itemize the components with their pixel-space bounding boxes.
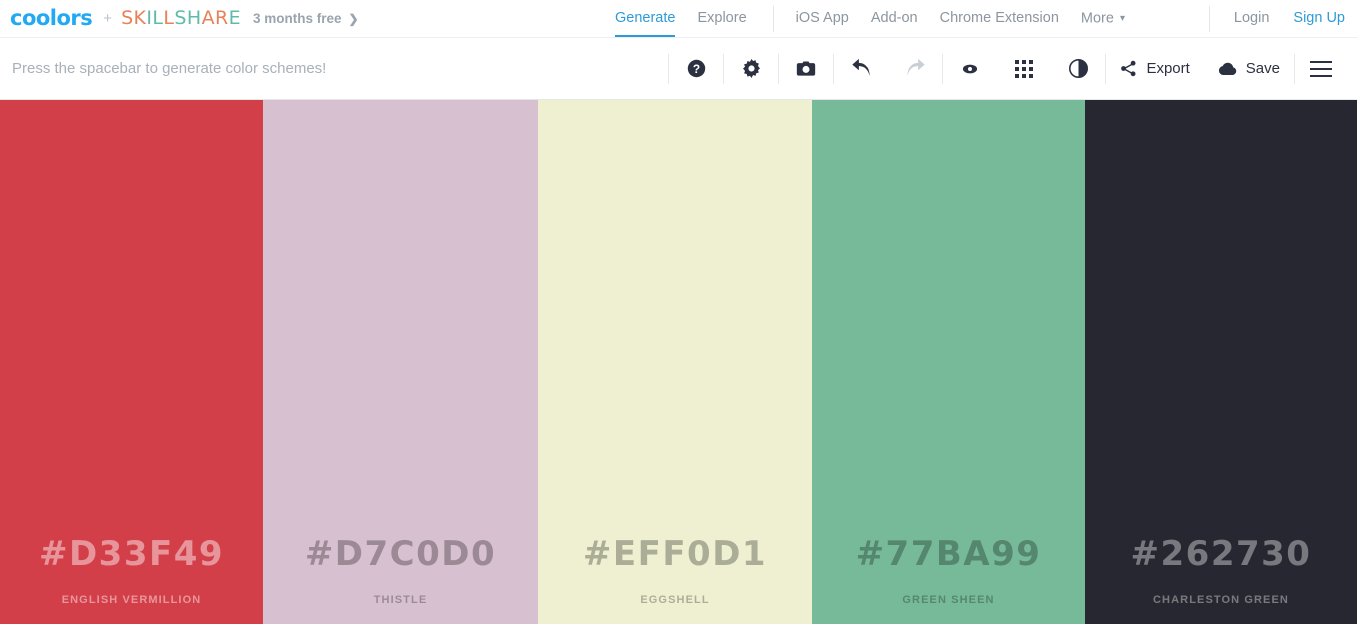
share-icon [1120,60,1137,77]
skillshare-letter: H [186,7,202,29]
skillshare-letter: L [152,7,164,29]
plus-separator: + [103,10,113,27]
color-swatch[interactable]: #D33F49 ENGLISH VERMILLION [0,100,263,624]
skillshare-letter: A [201,7,215,29]
swatch-color-name: THISTLE [373,594,428,606]
skillshare-letter: L [163,7,175,29]
nav-link-chrome-extension[interactable]: Chrome Extension [940,0,1059,37]
chevron-right-icon[interactable]: ❯ [349,12,359,26]
skillshare-logo[interactable]: SKILLSHARE [121,9,241,28]
color-swatch[interactable]: #77BA99 GREEN SHEEN [812,100,1085,624]
color-palette: #D33F49 ENGLISH VERMILLION #D7C0D0 THIST… [0,100,1357,624]
hamburger-menu-button[interactable] [1295,37,1347,100]
nav-link-add-on[interactable]: Add-on [871,0,918,37]
redo-icon[interactable] [888,37,942,100]
signup-button[interactable]: Sign Up [1293,0,1345,37]
swatch-hex-value[interactable]: #D33F49 [39,537,224,571]
coolors-logo[interactable]: coolors [10,8,93,29]
nav-tab-generate[interactable]: Generate [615,0,676,37]
swatch-hex-value[interactable]: #D7C0D0 [305,537,496,571]
nav-menu-more-label: More [1080,10,1114,27]
skillshare-letter: S [174,7,187,29]
account-divider [1208,5,1210,32]
export-button[interactable]: Export [1106,37,1203,100]
nav-link-ios-app[interactable]: iOS App [796,0,849,37]
toolbar-actions: ? Export Save [668,38,1347,99]
chevron-down-icon: ▾ [1119,13,1125,24]
swatch-hex-value[interactable]: #262730 [1131,537,1312,571]
nav-divider [772,5,774,32]
swatch-hex-value[interactable]: #EFF0D1 [583,537,767,571]
primary-nav: Generate Explore iOS App Add-on Chrome E… [615,0,1147,37]
camera-icon[interactable] [779,37,833,100]
skillshare-letter: R [214,7,229,29]
account-nav: Login Sign Up [1208,0,1345,37]
help-icon[interactable]: ? [669,37,723,100]
toolbar: Press the spacebar to generate color sch… [0,37,1357,100]
eye-icon[interactable] [943,37,997,100]
svg-text:?: ? [693,62,700,76]
top-navigation-bar: coolors + SKILLSHARE 3 months free ❯ Gen… [0,0,1357,37]
undo-icon[interactable] [834,37,888,100]
swatch-hex-value[interactable]: #77BA99 [856,537,1042,571]
promo-label[interactable]: 3 months free [253,11,342,26]
contrast-icon[interactable] [1051,37,1105,100]
color-swatch[interactable]: #262730 CHARLESTON GREEN [1085,100,1357,624]
save-label: Save [1245,60,1280,77]
nav-tab-explore[interactable]: Explore [697,0,746,37]
skillshare-letter: K [133,7,147,29]
nav-menu-more[interactable]: More ▾ [1081,0,1125,37]
cloud-icon [1218,61,1237,77]
color-swatch[interactable]: #D7C0D0 THISTLE [263,100,538,624]
skillshare-letter: S [121,7,134,29]
save-button[interactable]: Save [1204,37,1294,100]
swatch-color-name: CHARLESTON GREEN [1153,594,1289,606]
gear-icon[interactable] [724,37,778,100]
swatch-color-name: GREEN SHEEN [902,594,995,606]
grid-icon[interactable] [997,37,1051,100]
login-button[interactable]: Login [1234,0,1269,37]
color-swatch[interactable]: #EFF0D1 EGGSHELL [538,100,812,624]
skillshare-letter: E [228,7,241,29]
brand-group: coolors + SKILLSHARE 3 months free ❯ [10,8,359,29]
export-label: Export [1146,60,1190,77]
swatch-color-name: ENGLISH VERMILLION [61,594,202,606]
spacebar-hint: Press the spacebar to generate color sch… [12,60,327,77]
swatch-color-name: EGGSHELL [640,594,710,606]
